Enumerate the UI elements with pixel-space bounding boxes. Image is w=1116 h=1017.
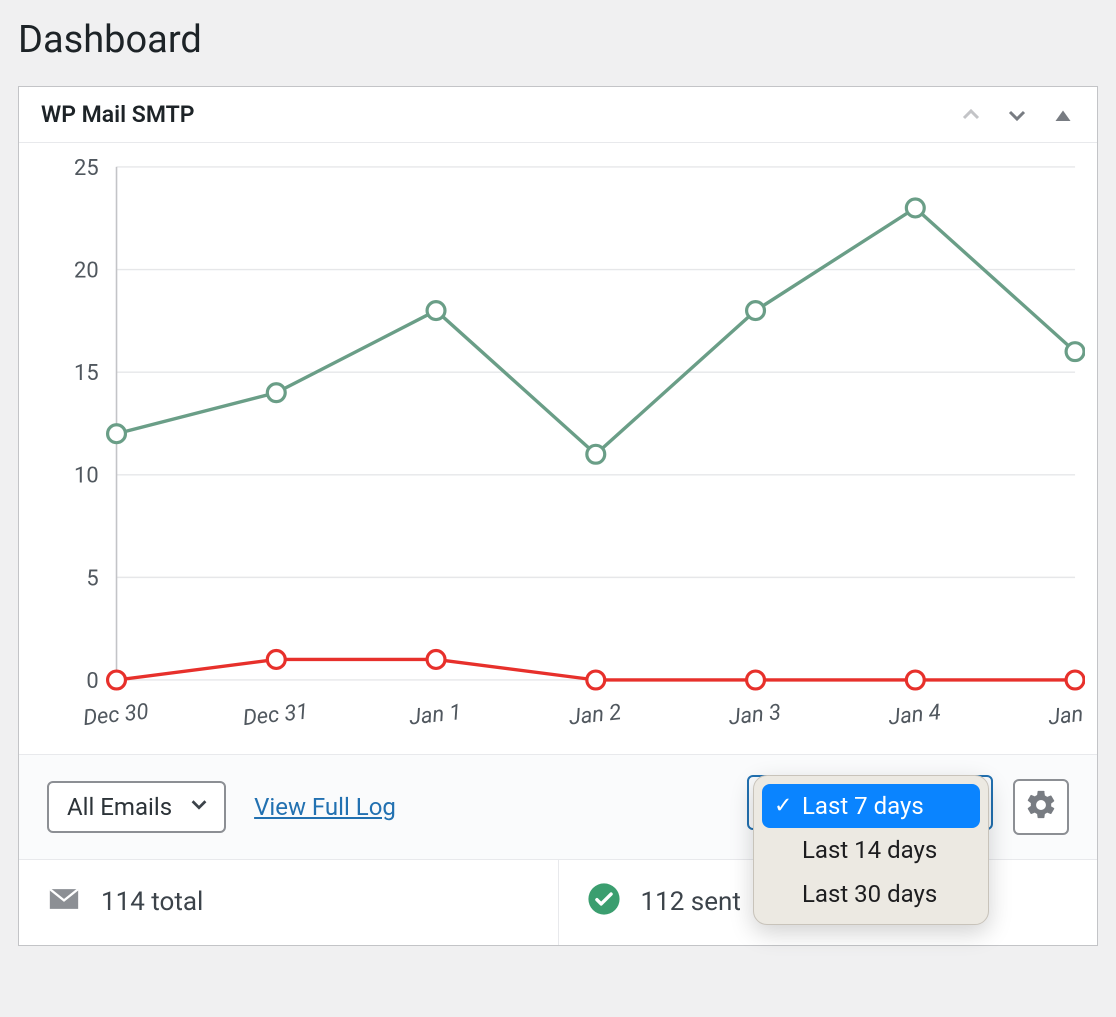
widget-title: WP Mail SMTP [41, 101, 959, 128]
svg-text:15: 15 [74, 361, 99, 386]
check-circle-icon [587, 882, 621, 923]
widget-header: WP Mail SMTP [19, 87, 1097, 143]
svg-text:Jan 4: Jan 4 [887, 700, 942, 730]
collapse-toggle-icon[interactable] [1051, 103, 1075, 127]
page-title: Dashboard [18, 18, 1098, 62]
email-filter-select[interactable]: All Emails [47, 781, 226, 833]
date-range-option[interactable]: Last 7 days [762, 784, 980, 828]
svg-text:5: 5 [86, 566, 98, 591]
chevron-down-icon [188, 793, 210, 821]
email-chart: 0 5 10 15 20 25 Dec 30 Dec 31 Jan 1 Jan 2 Jan 3 Jan… [31, 153, 1085, 750]
view-full-log-link[interactable]: View Full Log [254, 793, 396, 821]
date-range-option[interactable]: Last 14 days [762, 828, 980, 872]
widget-toolbar: All Emails View Full Log Last 7 daysLast… [19, 754, 1097, 859]
svg-text:0: 0 [86, 669, 98, 694]
move-down-icon[interactable] [1005, 103, 1029, 127]
date-range-option[interactable]: Last 30 days [762, 872, 980, 916]
svg-text:20: 20 [74, 258, 99, 283]
svg-text:Jan 5: Jan 5 [1047, 700, 1085, 730]
email-filter-label: All Emails [67, 793, 172, 821]
svg-text:10: 10 [74, 464, 99, 489]
svg-text:Jan 2: Jan 2 [568, 700, 623, 730]
gear-icon [1024, 788, 1058, 826]
svg-text:Dec 31: Dec 31 [242, 699, 310, 731]
svg-text:25: 25 [74, 156, 99, 181]
smtp-widget: WP Mail SMTP 0 5 10 15 20 25 Dec 30 Dec 31 Jan 1… [18, 86, 1098, 946]
svg-text:Jan 1: Jan 1 [408, 700, 463, 730]
stat-total-text: 114 total [101, 887, 203, 917]
svg-text:Jan 3: Jan 3 [728, 700, 783, 730]
stat-total: 114 total [19, 860, 558, 945]
stat-sent-text: 112 sent [641, 887, 741, 917]
chart-area: 0 5 10 15 20 25 Dec 30 Dec 31 Jan 1 Jan 2 Jan 3 Jan… [19, 143, 1097, 754]
date-range-dropdown: Last 7 daysLast 14 daysLast 30 days [753, 775, 989, 925]
settings-button[interactable] [1013, 779, 1069, 835]
envelope-icon [47, 882, 81, 923]
svg-text:Dec 30: Dec 30 [82, 699, 150, 731]
move-up-icon [959, 103, 983, 127]
widget-header-actions [959, 103, 1075, 127]
